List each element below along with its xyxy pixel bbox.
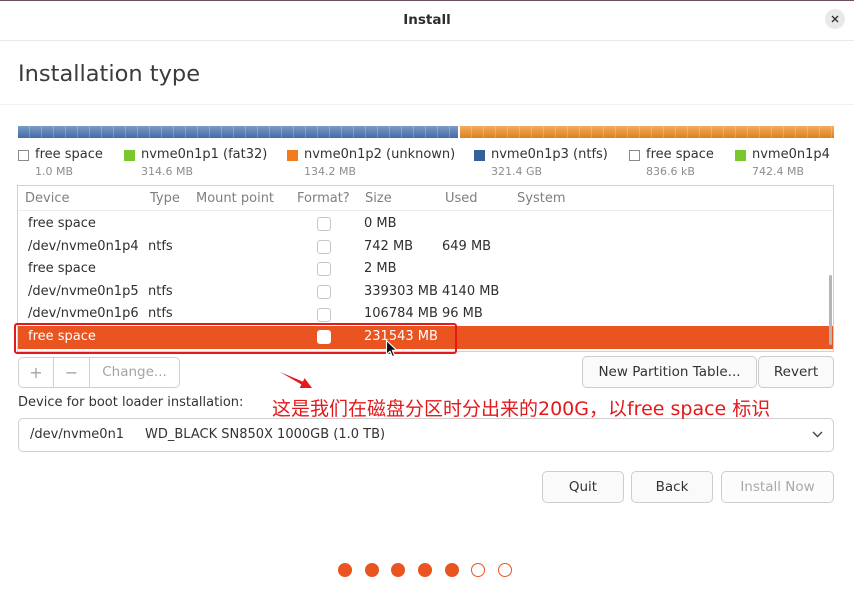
legend-label: nvme0n1p3 (ntfs) [491, 147, 608, 162]
type-cell: ntfs [148, 283, 173, 299]
type-cell: ntfs [148, 306, 173, 322]
column-header-format: Format? [297, 191, 350, 206]
add-partition-button[interactable]: + [19, 358, 53, 387]
size-cell: 2 MB [364, 261, 397, 277]
progress-step-completed [444, 563, 459, 577]
progress-step-completed [364, 563, 379, 577]
disk-bar-segment [459, 126, 834, 138]
format-checkbox[interactable] [317, 262, 331, 277]
page-title: Installation type [18, 61, 201, 87]
legend-size: 742.4 MB [752, 165, 805, 178]
legend-swatch [124, 150, 135, 161]
size-cell: 339303 MB [364, 283, 438, 299]
boot-loader-description: WD_BLACK SN850X 1000GB (1.0 TB) [145, 427, 386, 442]
boot-loader-device: /dev/nvme0n1 [30, 427, 125, 442]
size-cell: 231543 MB [364, 328, 438, 344]
column-header-system: System [517, 191, 566, 206]
legend-swatch [629, 150, 640, 161]
format-checkbox[interactable] [317, 330, 331, 345]
disk-usage-bar [18, 126, 834, 138]
device-cell: /dev/nvme0n1p6 [28, 306, 139, 322]
chevron-down-icon [812, 431, 823, 438]
disk-bar-segment [18, 126, 458, 138]
progress-step-pending [471, 563, 486, 577]
legend-label: free space [646, 147, 714, 162]
partition-row[interactable]: free space 0 MB [18, 213, 833, 236]
partition-edit-group: + − Change... [18, 357, 180, 388]
column-header-mount-point: Mount point [196, 191, 275, 206]
progress-step-completed [338, 563, 352, 577]
legend-swatch [18, 150, 29, 161]
new-partition-table-button[interactable]: New Partition Table... [582, 356, 757, 388]
legend-swatch [735, 150, 746, 161]
boot-loader-label: Device for boot loader installation: [18, 395, 244, 410]
device-cell: free space [28, 328, 96, 344]
column-header-device: Device [25, 191, 70, 206]
change-partition-button[interactable]: Change... [89, 358, 179, 387]
partition-row[interactable]: free space 2 MB [18, 258, 833, 281]
legend-label: nvme0n1p4 [752, 147, 830, 162]
partition-row[interactable]: /dev/nvme0n1p4 ntfs 742 MB 649 MB [18, 236, 833, 259]
legend-size: 1.0 MB [35, 165, 74, 178]
boot-loader-dropdown[interactable]: /dev/nvme0n1 WD_BLACK SN850X 1000GB (1.0… [18, 418, 834, 452]
table-header: Device Type Mount point Format? Size Use… [18, 186, 833, 211]
device-cell: free space [28, 216, 96, 231]
legend-label: nvme0n1p2 (unknown) [304, 147, 456, 162]
progress-dots [338, 563, 513, 577]
title-bar: Install [0, 0, 854, 41]
legend-size: 836.6 kB [646, 165, 695, 178]
size-cell: 0 MB [364, 216, 397, 231]
table-body: free space 0 MB /dev/nvme0n1p4 ntfs 742 … [18, 213, 833, 349]
progress-step-pending [498, 563, 513, 577]
device-cell: /dev/nvme0n1p5 [28, 283, 139, 299]
column-header-used: Used [445, 191, 478, 206]
window-title: Install [403, 12, 451, 28]
annotation-note: 这是我们在磁盘分区时分出来的200G，以free space 标识 [272, 398, 771, 420]
used-cell: 4140 MB [442, 283, 500, 299]
legend-swatch [474, 150, 485, 161]
format-checkbox[interactable] [317, 307, 331, 322]
progress-step-completed [391, 563, 406, 577]
revert-button[interactable]: Revert [758, 356, 834, 388]
progress-step-completed [418, 563, 433, 577]
remove-partition-button[interactable]: − [53, 358, 89, 387]
format-checkbox[interactable] [317, 217, 331, 232]
used-cell: 649 MB [442, 238, 492, 254]
device-cell: free space [28, 261, 96, 277]
type-cell: ntfs [148, 238, 173, 254]
column-header-type: Type [150, 191, 180, 206]
close-icon [831, 15, 839, 23]
legend-label: nvme0n1p1 (fat32) [141, 147, 268, 162]
format-checkbox[interactable] [317, 285, 331, 300]
install-now-button[interactable]: Install Now [721, 471, 834, 503]
legend-swatch [287, 150, 298, 161]
partition-row[interactable]: /dev/nvme0n1p5 ntfs 339303 MB 4140 MB [18, 281, 833, 304]
divider [0, 104, 854, 105]
partition-row[interactable]: /dev/nvme0n1p6 ntfs 106784 MB 96 MB [18, 303, 833, 326]
legend-label: free space [35, 147, 103, 162]
size-cell: 742 MB [364, 238, 414, 254]
partition-table: Device Type Mount point Format? Size Use… [17, 185, 834, 352]
partition-row[interactable]: free space 231543 MB [18, 325, 833, 349]
window-edge [0, 0, 854, 1]
used-cell: 96 MB [442, 306, 483, 322]
table-scrollbar[interactable] [829, 275, 832, 345]
close-button[interactable] [825, 9, 845, 29]
device-cell: /dev/nvme0n1p4 [28, 238, 139, 254]
format-checkbox[interactable] [317, 239, 331, 254]
legend-size: 314.6 MB [141, 165, 194, 178]
arrow-icon [280, 372, 312, 388]
back-button[interactable]: Back [631, 471, 713, 503]
disk-legend: free space 1.0 MB nvme0n1p1 (fat32) 314.… [0, 147, 834, 181]
quit-button[interactable]: Quit [542, 471, 624, 503]
legend-size: 321.4 GB [491, 165, 543, 178]
legend-size: 134.2 MB [304, 165, 357, 178]
size-cell: 106784 MB [364, 306, 438, 322]
column-header-size: Size [365, 191, 392, 206]
